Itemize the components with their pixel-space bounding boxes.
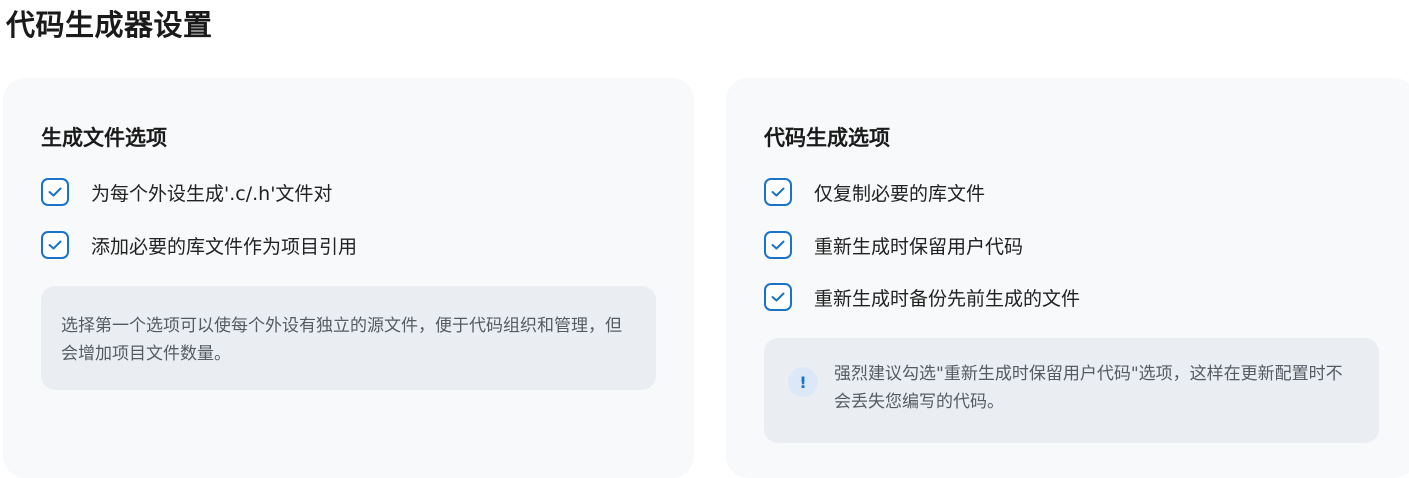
option-label: 为每个外设生成'.c/.h'文件对 xyxy=(91,182,333,205)
exclamation-icon: ! xyxy=(788,367,818,397)
option-label: 重新生成时保留用户代码 xyxy=(814,235,1024,258)
warning-note-text: 强烈建议勾选"重新生成时保留用户代码"选项，这样在更新配置时不会丢失您编写的代码… xyxy=(834,364,1343,412)
check-icon xyxy=(48,187,62,197)
codegen-options-card: 代码生成选项 仅复制必要的库文件 重新生成时保留用户代码 重新生成时备份先前生成… xyxy=(726,78,1409,478)
warning-note: ! 强烈建议勾选"重新生成时保留用户代码"选项，这样在更新配置时不会丢失您编写的… xyxy=(764,338,1379,443)
check-icon xyxy=(48,240,62,250)
checkbox-checked[interactable] xyxy=(764,231,792,259)
checkbox-checked[interactable] xyxy=(41,231,69,259)
option-keep-user-code[interactable]: 重新生成时保留用户代码 xyxy=(764,231,1023,259)
option-label: 添加必要的库文件作为项目引用 xyxy=(91,235,358,258)
option-label: 重新生成时备份先前生成的文件 xyxy=(814,287,1081,310)
checkbox-checked[interactable] xyxy=(41,178,69,206)
info-note: 选择第一个选项可以使每个外设有独立的源文件，便于代码组织和管理，但会增加项目文件… xyxy=(41,286,656,390)
info-note-text: 选择第一个选项可以使每个外设有独立的源文件，便于代码组织和管理，但会增加项目文件… xyxy=(61,316,622,364)
option-backup-previous-files[interactable]: 重新生成时备份先前生成的文件 xyxy=(764,283,1080,311)
file-options-title: 生成文件选项 xyxy=(41,126,167,150)
option-add-library-references[interactable]: 添加必要的库文件作为项目引用 xyxy=(41,231,357,259)
checkbox-checked[interactable] xyxy=(764,283,792,311)
option-copy-necessary-libraries[interactable]: 仅复制必要的库文件 xyxy=(764,178,985,206)
option-label: 仅复制必要的库文件 xyxy=(814,182,986,205)
file-options-card: 生成文件选项 为每个外设生成'.c/.h'文件对 添加必要的库文件作为项目引用 … xyxy=(3,78,694,478)
codegen-options-title: 代码生成选项 xyxy=(764,126,890,150)
page-title: 代码生成器设置 xyxy=(6,8,213,42)
check-icon xyxy=(771,187,785,197)
check-icon xyxy=(771,292,785,302)
option-generate-c-h-pair[interactable]: 为每个外设生成'.c/.h'文件对 xyxy=(41,178,332,206)
checkbox-checked[interactable] xyxy=(764,178,792,206)
check-icon xyxy=(771,240,785,250)
